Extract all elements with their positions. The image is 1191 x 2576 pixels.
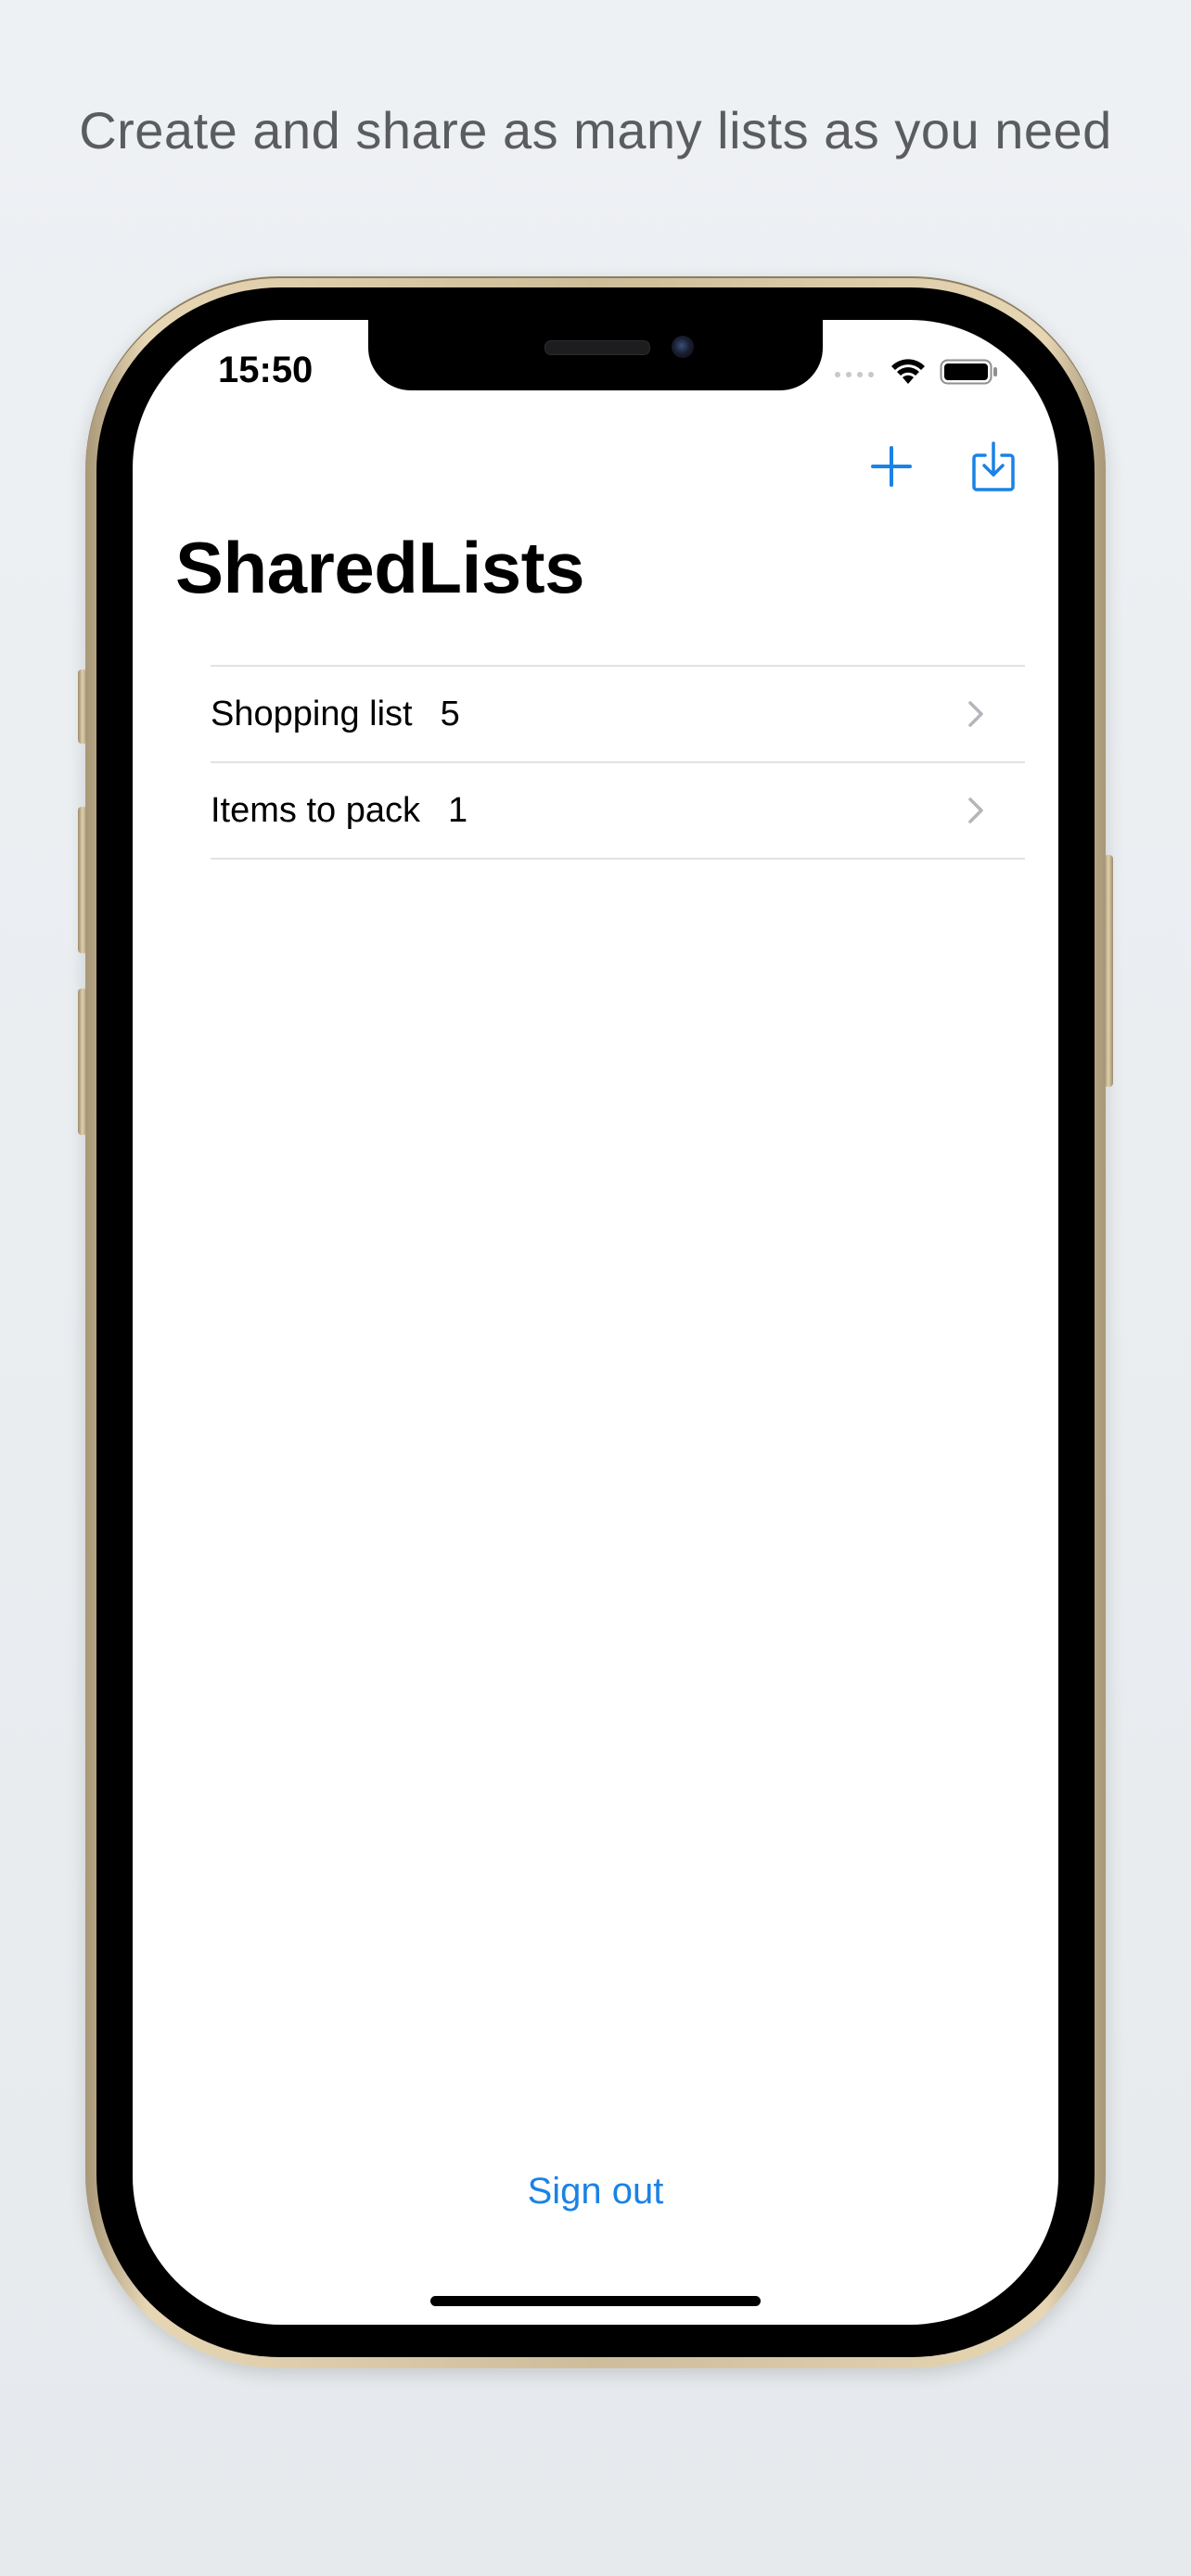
notch bbox=[368, 320, 823, 390]
import-list-button[interactable] bbox=[966, 440, 1021, 496]
plus-icon bbox=[871, 445, 912, 491]
list-item[interactable]: Items to pack 1 bbox=[211, 763, 1025, 860]
headline: Create and share as many lists as you ne… bbox=[79, 101, 1112, 159]
speaker-grille bbox=[544, 340, 650, 355]
page-title: SharedLists bbox=[175, 527, 584, 608]
list-item[interactable]: Shopping list 5 bbox=[211, 667, 1025, 763]
lists-table: Shopping list 5 Items to pack 1 bbox=[211, 665, 1025, 860]
nav-actions bbox=[864, 440, 1021, 496]
signal-icon bbox=[834, 366, 877, 383]
status-time: 15:50 bbox=[218, 350, 314, 390]
wifi-icon bbox=[890, 358, 927, 390]
list-item-name: Shopping list bbox=[211, 694, 413, 733]
add-list-button[interactable] bbox=[864, 440, 919, 496]
list-item-count: 1 bbox=[447, 790, 468, 830]
tray-arrow-down-icon bbox=[971, 440, 1016, 497]
sign-out-button[interactable]: Sign out bbox=[133, 2171, 1058, 2213]
list-item-count: 5 bbox=[440, 694, 460, 733]
side-button-power bbox=[1104, 855, 1113, 1087]
battery-icon bbox=[940, 357, 999, 391]
chevron-right-icon bbox=[967, 797, 984, 829]
side-button-silent bbox=[78, 670, 87, 744]
home-indicator bbox=[430, 2296, 761, 2306]
side-button-volume-up bbox=[78, 807, 87, 953]
status-icons bbox=[834, 357, 999, 391]
list-item-name: Items to pack bbox=[211, 790, 420, 830]
side-button-volume-down bbox=[78, 988, 87, 1135]
chevron-right-icon bbox=[967, 700, 984, 733]
front-camera bbox=[672, 336, 694, 358]
screen: 15:50 SharedLists Shopping list 5 Items … bbox=[133, 320, 1058, 2325]
